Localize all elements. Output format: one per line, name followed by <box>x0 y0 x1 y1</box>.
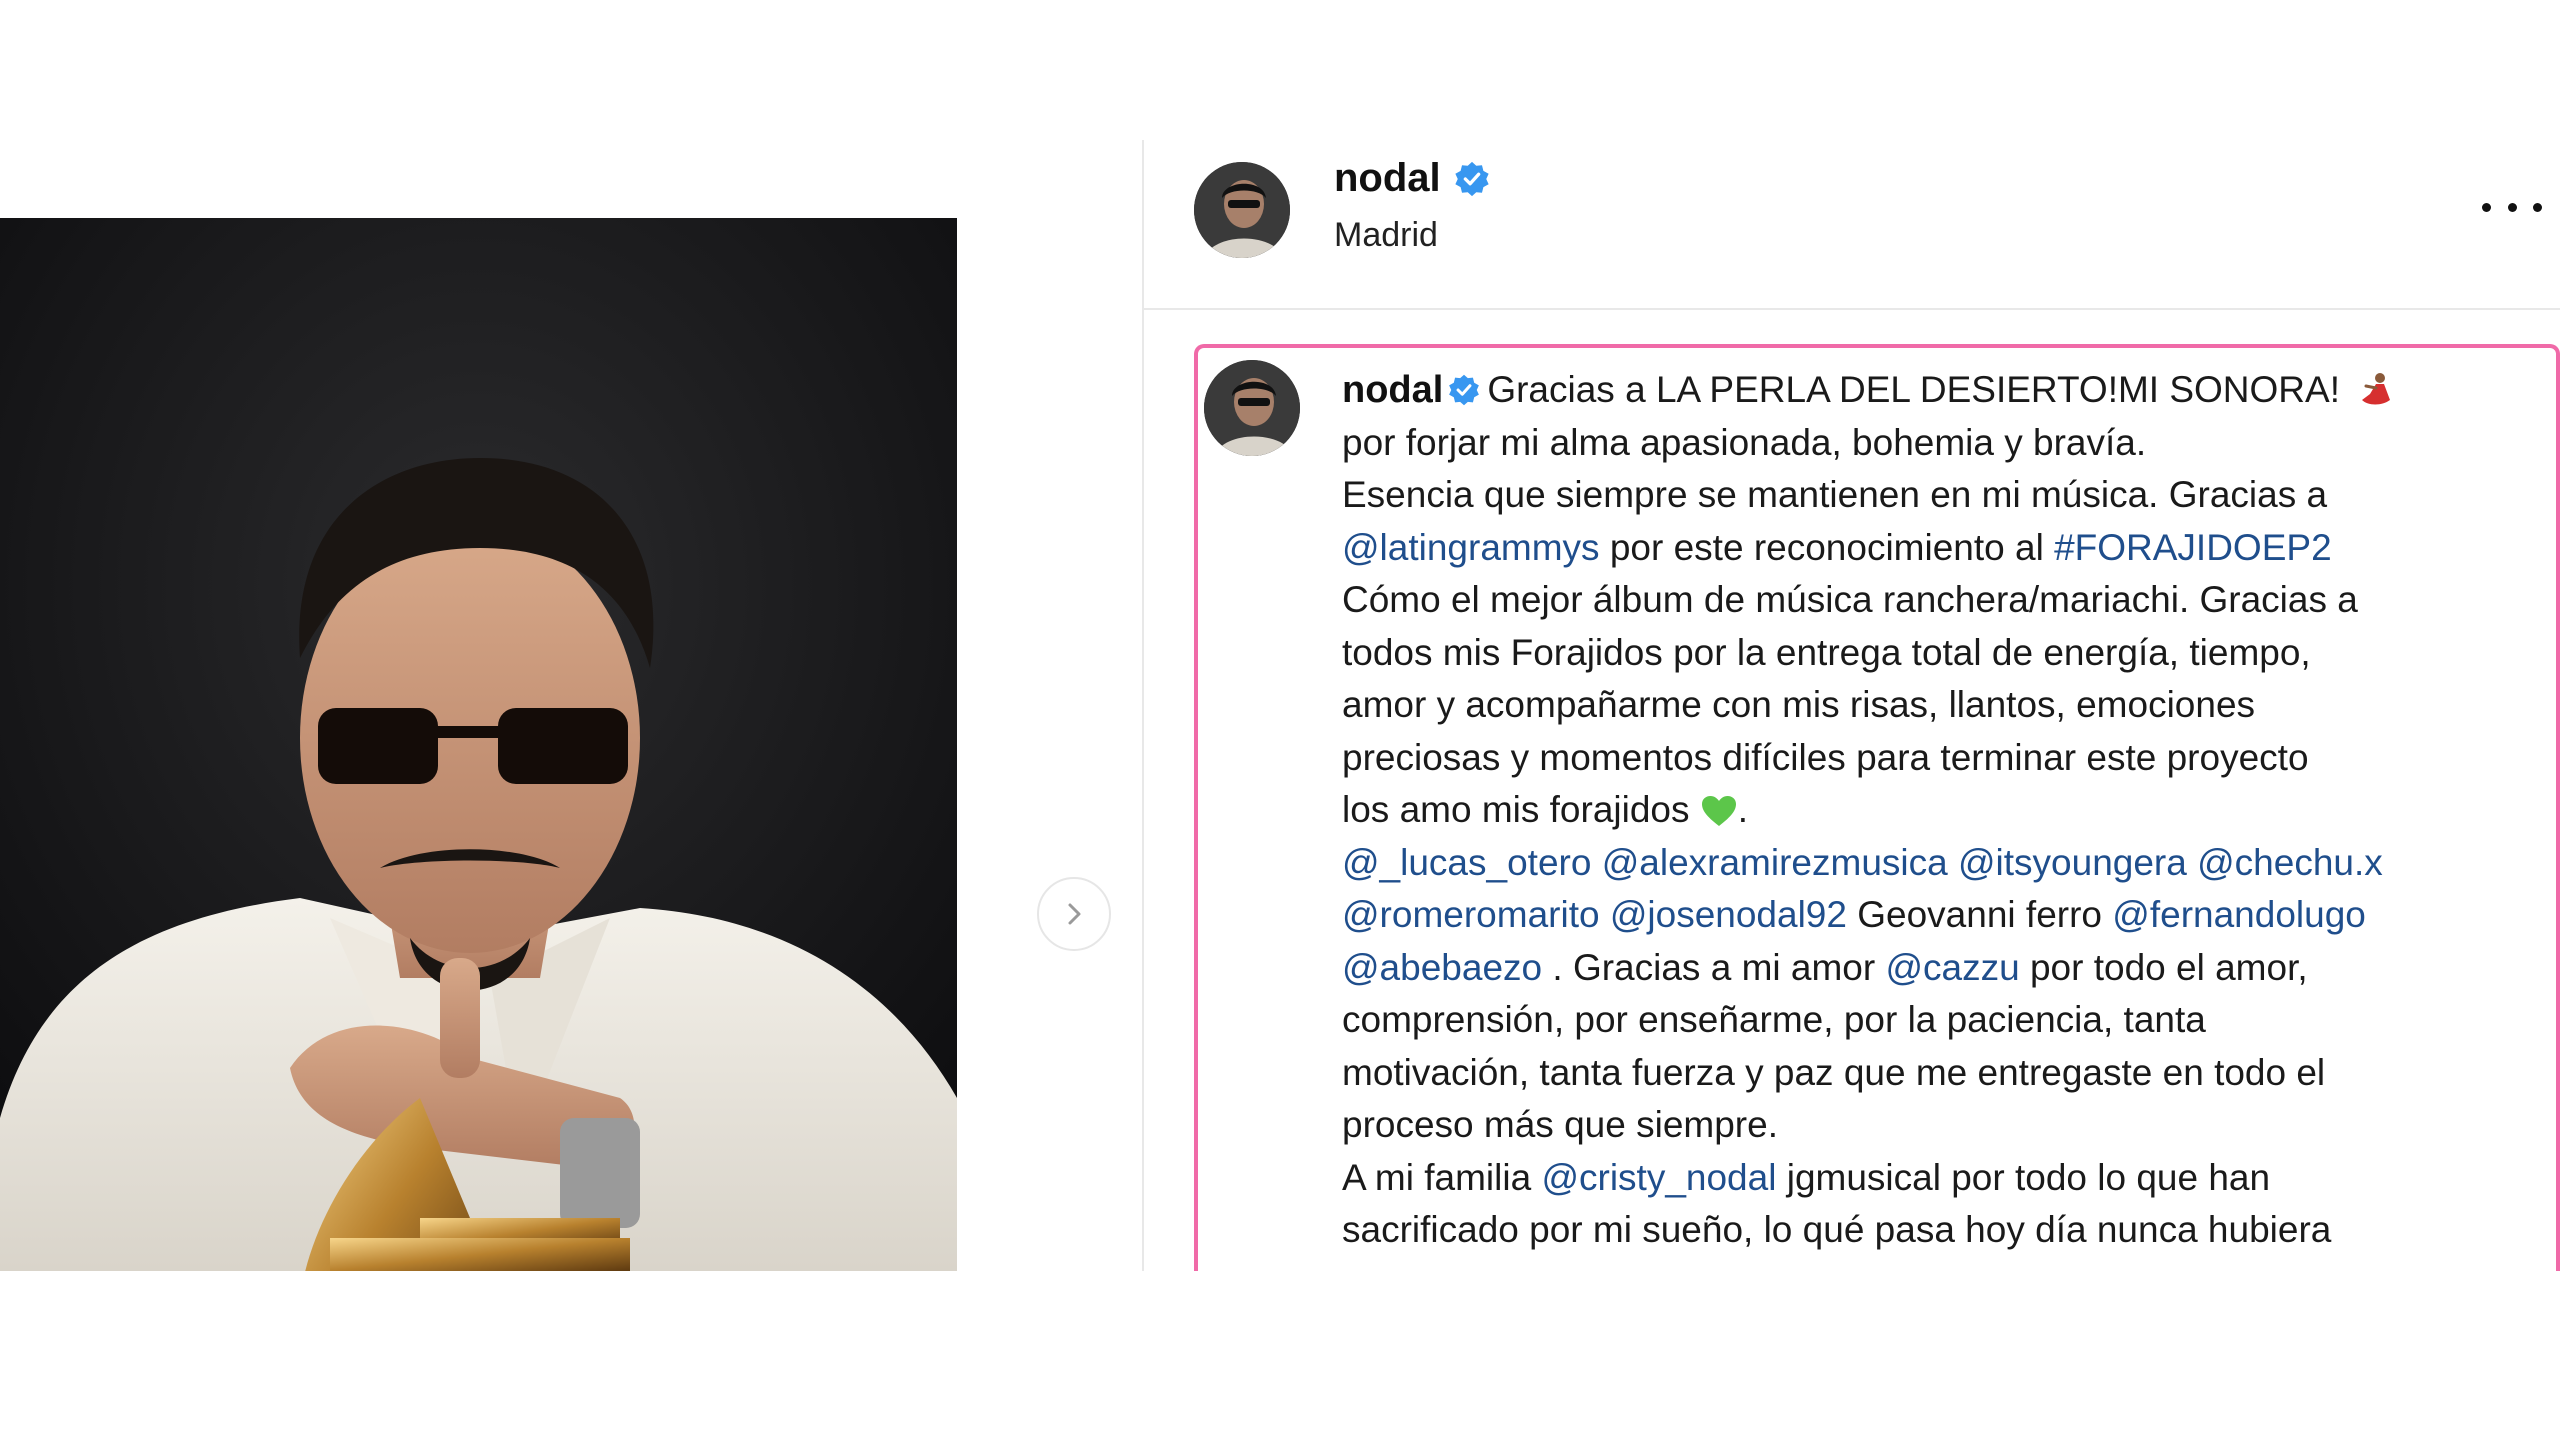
hashtag-link[interactable]: #FORAJIDOEP2 <box>2054 527 2332 568</box>
caption-line: motivación, tanta fuerza y paz que me en… <box>1342 1047 2542 1100</box>
post-detail-panel: nodal Madrid nodal Gracias a LA PERLA DEL… <box>1142 140 2560 1271</box>
caption-text-segment: por todo el amor, <box>2019 946 2308 988</box>
post-location[interactable]: Madrid <box>1334 216 1438 255</box>
post-photo[interactable] <box>0 218 957 1271</box>
caption-text-segment: por forjar mi alma apasionada, bohemia y… <box>1342 421 2147 463</box>
mention-link[interactable]: @josenodal92 <box>1610 894 1847 935</box>
more-options-icon[interactable] <box>2482 192 2542 222</box>
caption-text-segment: proceso más que siempre. <box>1342 1104 1778 1145</box>
caption-text-segment: Geovanni ferro <box>1846 894 2113 935</box>
caption-line: comprensión, por enseñarme, por la pacie… <box>1342 994 2542 1047</box>
caption-text-segment: amor y acompañarme con mis risas, llanto… <box>1342 684 2256 725</box>
avatar-image <box>1194 162 1290 258</box>
caption-text-segment: sacrificado por mi sueño, lo qué pasa ho… <box>1342 1209 2332 1250</box>
caption-line: @romeromarito @josenodal92 Geovanni ferr… <box>1342 889 2542 942</box>
carousel-next-button[interactable] <box>1037 877 1111 951</box>
verified-badge-icon <box>1455 161 1489 196</box>
caption-line: Esencia que siempre se mantienen en mi m… <box>1342 469 2542 522</box>
post-username[interactable]: nodal <box>1334 156 1441 201</box>
mention-link[interactable]: @abebaezo <box>1342 947 1542 988</box>
profile-avatar[interactable] <box>1194 162 1290 258</box>
post-header: nodal Madrid <box>1144 140 2560 310</box>
caption-line: sacrificado por mi sueño, lo qué pasa ho… <box>1342 1204 2542 1257</box>
avatar-image <box>1204 360 1300 456</box>
artist-photo <box>0 218 957 1271</box>
caption-text-segment: . <box>1737 789 1749 830</box>
green-heart-icon <box>1701 796 1736 826</box>
caption-line: nodal Gracias a LA PERLA DEL DESIERTO!MI … <box>1342 364 2542 417</box>
dancer-icon <box>2362 373 2391 405</box>
caption-text-segment: todos mis Forajidos por la entrega total… <box>1342 631 2311 673</box>
caption-line: @latingrammys por este reconocimiento al… <box>1342 522 2542 575</box>
caption-avatar[interactable] <box>1204 360 1300 456</box>
mention-link[interactable]: @romeromarito <box>1342 894 1600 935</box>
caption-text-segment: los amo mis forajidos <box>1342 789 1700 830</box>
post-username-row: nodal <box>1334 156 1491 201</box>
caption-text-segment <box>1591 842 1601 883</box>
caption-text: nodal Gracias a LA PERLA DEL DESIERTO!MI … <box>1342 364 2542 1257</box>
mention-link[interactable]: @fernandolugo <box>2112 894 2366 935</box>
caption-text-segment: comprensión, por enseñarme, por la pacie… <box>1342 999 2206 1040</box>
caption-highlight-box: nodal Gracias a LA PERLA DEL DESIERTO!MI … <box>1194 344 2560 1271</box>
dot-icon <box>2482 202 2491 212</box>
dot-icon <box>2533 202 2542 212</box>
caption-text-segment: por este reconocimiento al <box>1599 526 2055 568</box>
caption-line: Cómo el mejor álbum de música ranchera/m… <box>1342 574 2542 627</box>
caption-line: @abebaezo . Gracias a mi amor @cazzu por… <box>1342 942 2542 995</box>
caption-text-segment <box>1948 842 1958 883</box>
caption-line: los amo mis forajidos . <box>1342 784 2542 837</box>
caption-line: A mi familia @cristy_nodal jgmusical por… <box>1342 1152 2542 1205</box>
caption-line: @_lucas_otero @alexramirezmusica @itsyou… <box>1342 837 2542 890</box>
mention-link[interactable]: @chechu.x <box>2197 842 2383 883</box>
mention-link[interactable]: @itsyoungera <box>1958 842 2187 883</box>
caption-line: amor y acompañarme con mis risas, llanto… <box>1342 679 2542 732</box>
caption-text-segment <box>1600 894 1610 935</box>
mention-link[interactable]: @_lucas_otero <box>1342 842 1591 883</box>
caption-text-segment: preciosas y momentos difíciles para term… <box>1342 736 2309 778</box>
caption-text-segment: motivación, tanta fuerza y paz que me en… <box>1342 1051 2326 1093</box>
caption-line: todos mis Forajidos por la entrega total… <box>1342 627 2542 680</box>
caption-line: por forjar mi alma apasionada, bohemia y… <box>1342 417 2542 470</box>
mention-link[interactable]: @alexramirezmusica <box>1602 842 1948 883</box>
caption-text-segment: Gracias a LA PERLA DEL DESIERTO!MI SONOR… <box>1487 369 2351 410</box>
caption-text-segment: Esencia que siempre se mantienen en mi m… <box>1342 474 2328 515</box>
mention-link[interactable]: @latingrammys <box>1342 527 1600 568</box>
chevron-right-icon <box>1068 903 1081 925</box>
caption-text-segment: . Gracias a mi amor <box>1542 946 1886 988</box>
mention-link[interactable]: @cazzu <box>1885 947 2019 988</box>
caption-text-segment: Cómo el mejor álbum de música ranchera/m… <box>1342 579 2358 620</box>
dot-icon <box>2507 202 2517 212</box>
mention-link[interactable]: @cristy_nodal <box>1541 1157 1776 1198</box>
caption-text-segment <box>2187 842 2197 883</box>
verified-badge-icon <box>1449 374 1480 406</box>
caption-text-segment: A mi familia <box>1342 1156 1542 1198</box>
caption-text-segment: jgmusical por todo lo que han <box>1776 1156 2271 1198</box>
caption-line: proceso más que siempre. <box>1342 1099 2542 1152</box>
caption-username[interactable]: nodal <box>1342 369 1443 411</box>
caption-line: preciosas y momentos difíciles para term… <box>1342 732 2542 785</box>
